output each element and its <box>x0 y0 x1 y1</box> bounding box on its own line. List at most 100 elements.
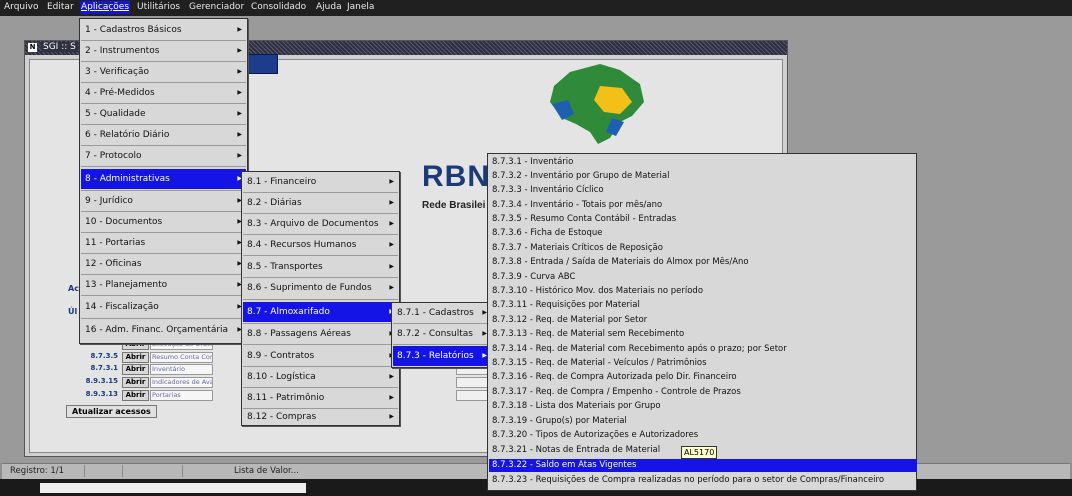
menu-item-pre-medidos[interactable]: 4 - Pré-Medidos ▶ <box>81 83 246 103</box>
menu-divider <box>243 344 398 345</box>
menu-item-compras[interactable]: 8.12 - Compras ▶ <box>243 407 398 427</box>
menu-item-almoxarifado[interactable]: 8.7 - Almoxarifado▶ <box>243 302 398 322</box>
menu-item-qualidade[interactable]: 5 - Qualidade ▶ <box>81 104 246 124</box>
status-divider <box>182 465 183 477</box>
menu-item-consultas[interactable]: 8.7.2 - Consultas ▶ <box>393 324 491 344</box>
menu-item-saldo-atas-vigentes[interactable]: 8.7.3.22 - Saldo em Atas Vigentes <box>489 459 917 472</box>
submenu-arrow-icon: ▶ <box>237 89 242 96</box>
menu-item-relatorio[interactable]: 8.7.3.20 - Tipos de Autorizações e Autor… <box>489 429 917 442</box>
menu-item-relatorio[interactable]: 8.7.3.6 - Ficha de Estoque <box>489 227 917 240</box>
menu-editar[interactable]: Editar <box>47 2 74 12</box>
menu-item-instrumentos[interactable]: 2 - Instrumentos ▶ <box>81 41 246 61</box>
menu-item-relatorio[interactable]: 8.7.3.13 - Req. de Material sem Recebime… <box>489 328 917 341</box>
menu-item-relatorio[interactable]: 8.7.3.11 - Requisições por Material <box>489 299 917 312</box>
open-button[interactable]: Abrir <box>122 364 149 375</box>
menu-item-relatorio[interactable]: 8.7.3.23 - Requisições de Compra realiza… <box>489 474 917 487</box>
submenu-arrow-icon: ▶ <box>389 394 394 401</box>
menu-item-adm-financ-orcamentaria[interactable]: 16 - Adm. Financ. Orçamentária ▶ <box>81 320 246 340</box>
menu-item-contratos[interactable]: 8.9 - Contratos▶ <box>243 346 398 366</box>
row-description: Indicadores de Avaliaç <box>150 377 213 388</box>
row-code: 8.9.3.15 <box>85 377 118 385</box>
submenu-arrow-icon: ▶ <box>389 413 394 420</box>
submenu-arrow-icon: ▶ <box>237 47 242 54</box>
submenu-arrow-icon: ▶ <box>237 26 242 33</box>
menu-item-suprimento-fundos[interactable]: 8.6 - Suprimento de Fundos ▶ <box>243 278 398 298</box>
menu-aplicacoes-dropdown: 1 - Cadastros Básicos ▶ 2 - Instrumentos ▶… <box>79 18 248 344</box>
section-label-ultimos: Úl <box>68 307 78 316</box>
menu-item-diarias[interactable]: 8.2 - Diárias ▶ <box>243 193 398 213</box>
menu-item-relatorio[interactable]: 8.7.3.17 - Req. de Compra / Empenho - Co… <box>489 386 917 399</box>
menu-aplicacoes[interactable]: Aplicações <box>80 1 131 14</box>
menu-item-relatorio[interactable]: 8.7.3.10 - Histórico Mov. dos Materiais … <box>489 285 917 298</box>
menu-item-relatorio[interactable]: 8.7.3.8 - Entrada / Saída de Materiais d… <box>489 256 917 269</box>
menu-item-relatorio[interactable]: 8.7.3.2 - Inventário por Grupo de Materi… <box>489 170 917 183</box>
submenu-arrow-icon: ▶ <box>389 178 394 185</box>
menu-divider <box>81 166 246 167</box>
submenu-arrow-icon: ▶ <box>237 68 242 75</box>
menu-utilitarios[interactable]: Utilitários <box>137 2 180 12</box>
menu-item-logistica[interactable]: 8.10 - Logística ▶ <box>243 367 398 387</box>
menu-item-arquivo-documentos[interactable]: 8.3 - Arquivo de Documentos ▶ <box>243 214 398 234</box>
list-of-values-hint: Lista de Valor... <box>234 466 299 476</box>
menu-item-relatorios[interactable]: 8.7.3 - Relatórios ▶ <box>393 346 491 366</box>
status-divider <box>122 465 123 477</box>
submenu-arrow-icon: ▶ <box>237 131 242 138</box>
submenu-arrow-icon: ▶ <box>389 263 394 270</box>
menu-arquivo[interactable]: Arquivo <box>4 2 38 12</box>
status-divider <box>84 465 85 477</box>
menu-item-relatorio[interactable]: 8.7.3.12 - Req. de Material por Setor <box>489 314 917 327</box>
row-code: 8.7.3.1 <box>90 364 118 372</box>
menu-item-transportes[interactable]: 8.5 - Transportes ▶ <box>243 257 398 277</box>
menu-item-relatorio[interactable]: 8.7.3.18 - Lista dos Materiais por Grupo <box>489 400 917 413</box>
menu-item-fiscalizacao[interactable]: 14 - Fiscalização ▶ <box>81 297 246 317</box>
menu-item-cadastros-basicos[interactable]: 1 - Cadastros Básicos ▶ <box>81 20 246 40</box>
menu-item-relatorio[interactable]: 8.7.3.14 - Req. de Material com Recebime… <box>489 343 917 356</box>
menu-janela[interactable]: Janela <box>347 2 374 12</box>
submenu-arrow-icon: ▶ <box>389 199 394 206</box>
menu-item-protocolo[interactable]: 7 - Protocolo ▶ <box>81 146 246 166</box>
menu-item-oficinas[interactable]: 12 - Oficinas ▶ <box>81 254 246 274</box>
menu-item-administrativas[interactable]: 8 - Administrativas ▶ <box>81 169 246 189</box>
menu-almoxarifado-dropdown: 8.7.1 - Cadastros ▶ 8.7.2 - Consultas ▶ 8.… <box>391 302 493 368</box>
menu-ajuda[interactable]: Ajuda <box>316 2 342 12</box>
menu-divider <box>243 299 398 300</box>
menu-item-passagens-aereas[interactable]: 8.8 - Passagens Aéreas▶ <box>243 324 398 344</box>
menu-item-relatorio[interactable]: 8.7.3.9 - Curva ABC <box>489 271 917 284</box>
row-description: Resumo Conta Contábil <box>150 352 213 363</box>
menu-item-planejamento[interactable]: 13 - Planejamento ▶ <box>81 275 246 295</box>
submenu-arrow-icon: ▶ <box>389 284 394 291</box>
menu-item-relatorio[interactable]: 8.7.3.3 - Inventário Cíclico <box>489 184 917 197</box>
scrollbar[interactable] <box>40 483 306 493</box>
menu-item-relatorio[interactable]: 8.7.3.16 - Req. de Compra Autorizada pel… <box>489 371 917 384</box>
open-button[interactable]: Abrir <box>122 377 149 388</box>
logo-subtitle: Rede Brasilei <box>422 200 486 211</box>
menu-item-relatorio[interactable]: 8.7.3.7 - Materiais Críticos de Reposiçã… <box>489 242 917 255</box>
menu-item-documentos[interactable]: 10 - Documentos ▶ <box>81 212 246 232</box>
menu-item-financeiro[interactable]: 8.1 - Financeiro ▶ <box>243 172 398 192</box>
open-button[interactable]: Abrir <box>122 390 149 401</box>
menu-item-relatorio[interactable]: 8.7.3.15 - Req. de Material - Veículos /… <box>489 357 917 370</box>
refresh-access-button[interactable]: Atualizar acessos <box>66 405 157 418</box>
row-description: Portarias <box>150 390 213 401</box>
menu-consolidado[interactable]: Consolidado <box>251 2 306 12</box>
window-icon: N <box>28 43 37 52</box>
submenu-arrow-icon: ▶ <box>237 152 242 159</box>
menu-item-cadastros[interactable]: 8.7.1 - Cadastros ▶ <box>393 303 491 323</box>
menu-divider <box>393 344 491 345</box>
menu-item-juridico[interactable]: 9 - Jurídico ▶ <box>81 191 246 211</box>
row-description: Inventário <box>150 364 213 375</box>
submenu-arrow-icon: ▶ <box>389 220 394 227</box>
menu-item-verificacao[interactable]: 3 - Verificação ▶ <box>81 62 246 82</box>
menu-gerenciador[interactable]: Gerenciador <box>189 2 244 12</box>
brazil-map-logo <box>550 64 644 144</box>
menu-item-relatorio[interactable]: 8.7.3.19 - Grupo(s) por Material <box>489 415 917 428</box>
open-button[interactable]: Abrir <box>122 352 149 363</box>
menu-item-recursos-humanos[interactable]: 8.4 - Recursos Humanos ▶ <box>243 235 398 255</box>
menu-item-relatorio[interactable]: 8.7.3.1 - Inventário <box>489 156 917 169</box>
menu-bar: Arquivo Editar Aplicações Utilitários Ge… <box>0 0 1072 16</box>
menu-item-relatorio[interactable]: 8.7.3.4 - Inventário - Totais por mês/an… <box>489 199 917 212</box>
menu-item-portarias[interactable]: 11 - Portarias ▶ <box>81 233 246 253</box>
menu-item-relatorio[interactable]: 8.7.3.5 - Resumo Conta Contábil - Entrad… <box>489 213 917 226</box>
menu-item-relatorio-diario[interactable]: 6 - Relatório Diário ▶ <box>81 125 246 145</box>
menu-item-patrimonio[interactable]: 8.11 - Patrimônio ▶ <box>243 388 398 408</box>
